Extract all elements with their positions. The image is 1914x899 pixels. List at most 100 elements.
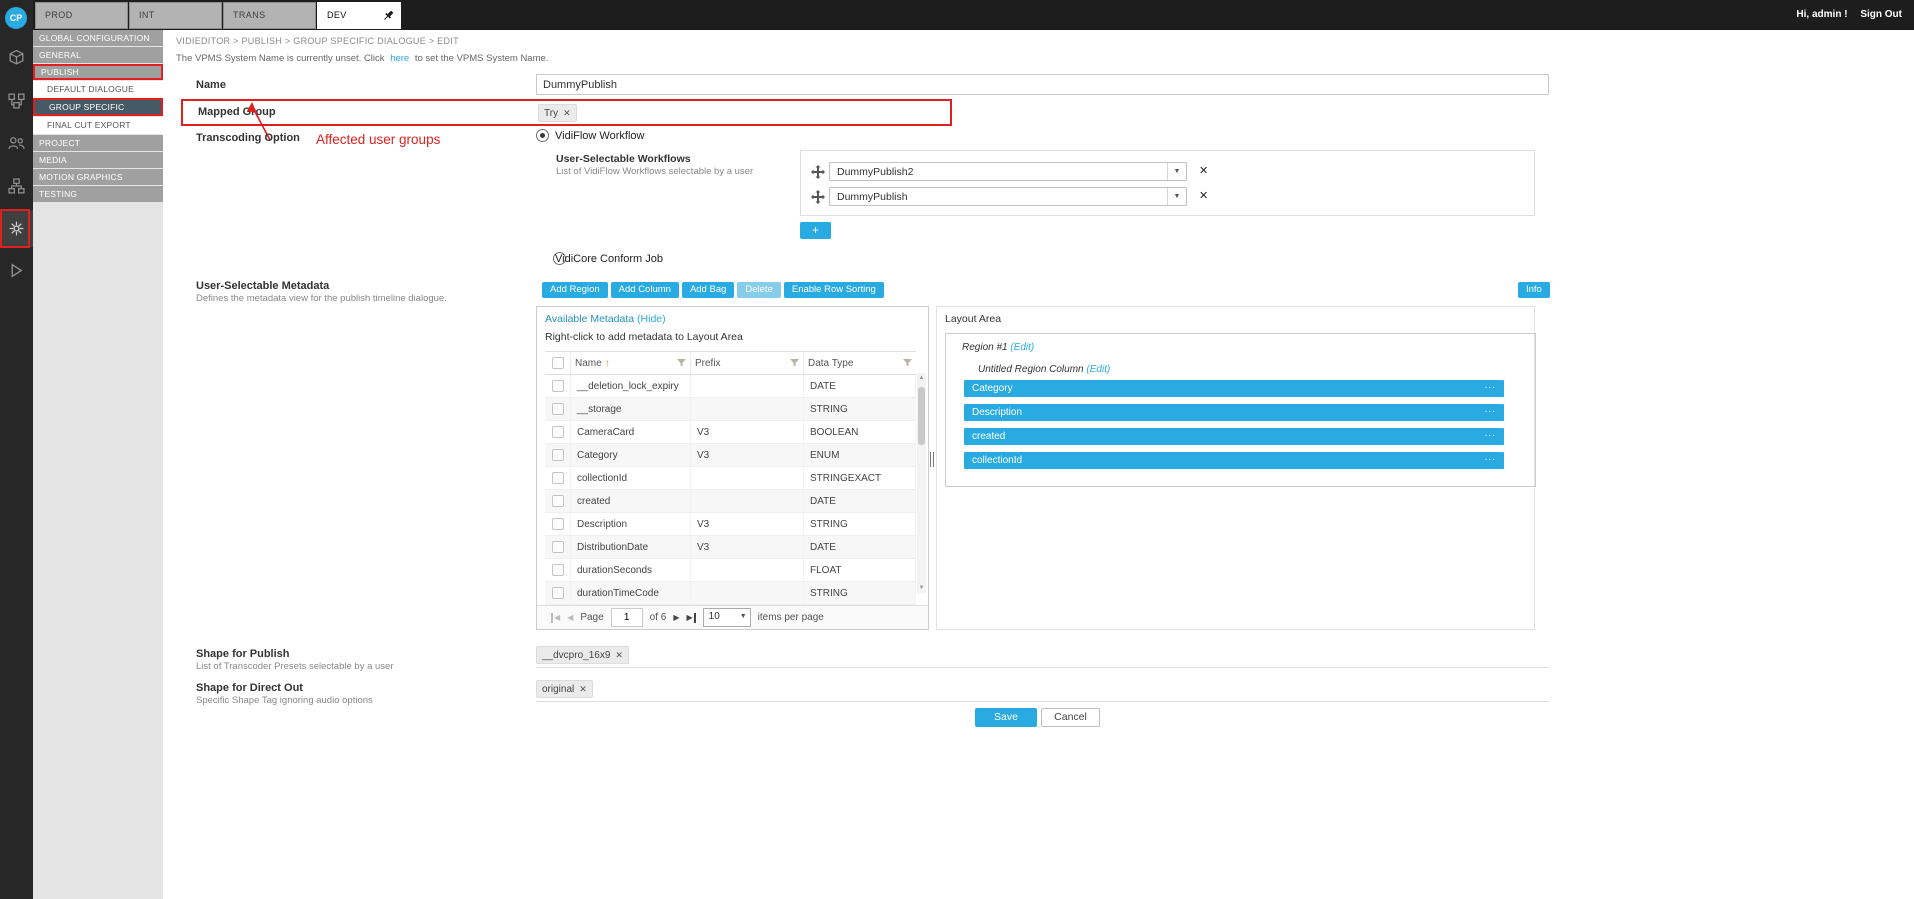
- workflow-select-2[interactable]: DummyPublish ▼: [829, 187, 1187, 206]
- table-row[interactable]: Description V3 STRING: [545, 513, 916, 536]
- row-checkbox[interactable]: [552, 541, 564, 553]
- table-row[interactable]: CameraCard V3 BOOLEAN: [545, 421, 916, 444]
- delete-button[interactable]: Delete: [737, 282, 780, 298]
- pin-icon[interactable]: [382, 9, 395, 22]
- more-icon[interactable]: ...: [1485, 377, 1496, 394]
- row-checkbox[interactable]: [552, 426, 564, 438]
- column-edit-link[interactable]: (Edit): [1086, 364, 1110, 375]
- name-input[interactable]: [536, 74, 1549, 95]
- table-row[interactable]: Category V3 ENUM: [545, 444, 916, 467]
- remove-icon[interactable]: ✕: [563, 108, 571, 119]
- save-button[interactable]: Save: [975, 708, 1037, 727]
- region-column-heading: Untitled Region Column (Edit): [978, 364, 1110, 375]
- remove-icon[interactable]: ✕: [615, 650, 623, 661]
- filter-icon[interactable]: [903, 359, 912, 367]
- table-header: Name ↑ Prefix Data Type: [545, 351, 916, 375]
- row-checkbox[interactable]: [552, 564, 564, 576]
- nav-default-dialogue[interactable]: DEFAULT DIALOGUE: [33, 81, 163, 98]
- pager-page-input[interactable]: [611, 608, 643, 627]
- sign-out-link[interactable]: Sign Out: [1860, 9, 1902, 20]
- info-button[interactable]: Info: [1518, 282, 1550, 298]
- tab-int[interactable]: INT: [129, 2, 222, 29]
- workflows-title: User-Selectable Workflows: [556, 153, 691, 165]
- mapped-group-row[interactable]: Mapped Group Try ✕: [181, 99, 952, 126]
- table-row[interactable]: __storage STRING: [545, 398, 916, 421]
- tab-dev[interactable]: DEV: [317, 2, 401, 29]
- scroll-up-icon[interactable]: ▲: [917, 375, 926, 381]
- more-icon[interactable]: ...: [1485, 401, 1496, 418]
- drag-handle-icon[interactable]: [811, 165, 825, 179]
- nav-group-specific-dialogue[interactable]: GROUP SPECIFIC DIALO...: [33, 98, 163, 116]
- row-checkbox[interactable]: [552, 472, 564, 484]
- row-checkbox[interactable]: [552, 403, 564, 415]
- workflow-select-1[interactable]: DummyPublish2 ▼: [829, 162, 1187, 181]
- add-region-button[interactable]: Add Region: [542, 282, 608, 298]
- table-row[interactable]: __deletion_lock_expiry DATE: [545, 375, 916, 398]
- cancel-button[interactable]: Cancel: [1041, 708, 1100, 727]
- add-workflow-button[interactable]: +: [800, 222, 831, 239]
- page-size-select[interactable]: 10 ▼: [703, 608, 751, 627]
- table-row[interactable]: collectionId STRINGEXACT: [545, 467, 916, 490]
- vpms-here-link[interactable]: here: [390, 53, 409, 64]
- remove-workflow-2-icon[interactable]: ✕: [1199, 189, 1208, 202]
- column-header-name[interactable]: Name ↑: [571, 352, 691, 374]
- scrollbar-thumb[interactable]: [918, 387, 925, 445]
- shape-direct-field[interactable]: original ✕: [536, 677, 1549, 702]
- hide-link[interactable]: (Hide): [637, 313, 666, 325]
- chevron-down-icon[interactable]: ▼: [1167, 188, 1186, 205]
- region-edit-link[interactable]: (Edit): [1010, 342, 1034, 353]
- row-checkbox[interactable]: [552, 495, 564, 507]
- nav-global-configuration[interactable]: GLOBAL CONFIGURATION: [33, 30, 163, 46]
- panel-splitter-handle[interactable]: [930, 452, 934, 467]
- package-icon[interactable]: [8, 49, 25, 66]
- scroll-down-icon[interactable]: ▼: [917, 585, 926, 591]
- tab-prod[interactable]: PROD: [35, 2, 128, 29]
- row-checkbox[interactable]: [552, 518, 564, 530]
- layout-field-category[interactable]: Category ...: [964, 380, 1504, 397]
- table-row[interactable]: DistributionDate V3 DATE: [545, 536, 916, 559]
- pager-next-icon[interactable]: ▶: [673, 613, 679, 623]
- add-bag-button[interactable]: Add Bag: [682, 282, 734, 298]
- select-all-checkbox[interactable]: [552, 357, 564, 369]
- layout-field-created[interactable]: created ...: [964, 428, 1504, 445]
- editor-icon[interactable]: [8, 262, 25, 279]
- more-icon[interactable]: ...: [1485, 449, 1496, 466]
- nav-testing[interactable]: TESTING: [33, 186, 163, 202]
- nav-motion-graphics[interactable]: MOTION GRAPHICS: [33, 169, 163, 185]
- nav-publish[interactable]: PUBLISH: [33, 64, 163, 80]
- chevron-down-icon[interactable]: ▼: [1167, 163, 1186, 180]
- layout-field-collectionid[interactable]: collectionId ...: [964, 452, 1504, 469]
- nav-final-cut-export[interactable]: FINAL CUT EXPORT: [33, 117, 163, 134]
- configuration-icon[interactable]: [8, 220, 25, 237]
- add-column-button[interactable]: Add Column: [611, 282, 679, 298]
- table-row[interactable]: durationTimeCode STRING: [545, 582, 916, 605]
- row-checkbox[interactable]: [552, 449, 564, 461]
- remove-workflow-1-icon[interactable]: ✕: [1199, 164, 1208, 177]
- column-header-data-type[interactable]: Data Type: [804, 352, 916, 374]
- filter-icon[interactable]: [677, 359, 686, 367]
- table-scrollbar[interactable]: ▲ ▼: [917, 373, 926, 593]
- table-row[interactable]: durationSeconds FLOAT: [545, 559, 916, 582]
- pager-first-icon[interactable]: ◀: [551, 613, 560, 623]
- enable-row-sorting-button[interactable]: Enable Row Sorting: [784, 282, 884, 298]
- layout-field-description[interactable]: Description ...: [964, 404, 1504, 421]
- radio-vidiflow-workflow[interactable]: [536, 129, 549, 142]
- row-checkbox[interactable]: [552, 380, 564, 392]
- shape-publish-field[interactable]: __dvcpro_16x9 ✕: [536, 643, 1549, 668]
- drag-handle-icon[interactable]: [811, 190, 825, 204]
- nav-media[interactable]: MEDIA: [33, 152, 163, 168]
- nav-general[interactable]: GENERAL: [33, 47, 163, 63]
- more-icon[interactable]: ...: [1485, 425, 1496, 442]
- filter-icon[interactable]: [790, 359, 799, 367]
- remove-icon[interactable]: ✕: [579, 684, 587, 695]
- column-header-prefix[interactable]: Prefix: [691, 352, 804, 374]
- table-row[interactable]: created DATE: [545, 490, 916, 513]
- tab-trans[interactable]: TRANS: [223, 2, 316, 29]
- row-checkbox[interactable]: [552, 587, 564, 599]
- workflow-icon[interactable]: [8, 92, 25, 109]
- pager-last-icon[interactable]: ▶: [687, 613, 696, 623]
- pager-prev-icon[interactable]: ◀: [567, 613, 573, 623]
- hierarchy-icon[interactable]: [8, 178, 25, 195]
- users-icon[interactable]: [8, 135, 25, 152]
- nav-project[interactable]: PROJECT: [33, 135, 163, 151]
